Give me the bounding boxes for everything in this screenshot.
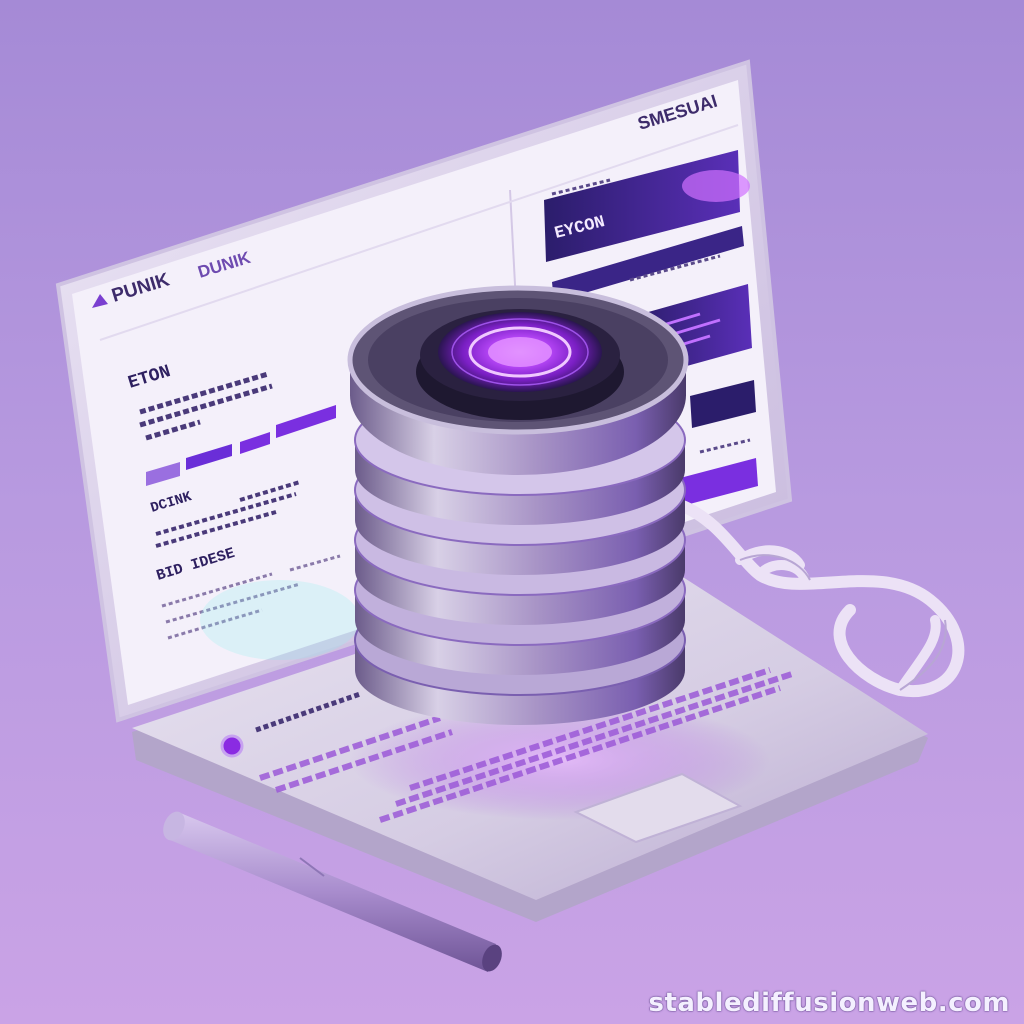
card-glow — [682, 170, 750, 202]
holographic-glow — [200, 580, 360, 660]
disk-top-cap — [347, 285, 689, 475]
power-button — [220, 734, 244, 758]
illustration-scene: PUNIK DUNIK SMESUAI ETON DCINK BID IDESE — [0, 0, 1024, 1024]
watermark-text: stablediffusionweb.com — [648, 988, 1010, 1018]
database-disk-icon — [347, 285, 689, 725]
